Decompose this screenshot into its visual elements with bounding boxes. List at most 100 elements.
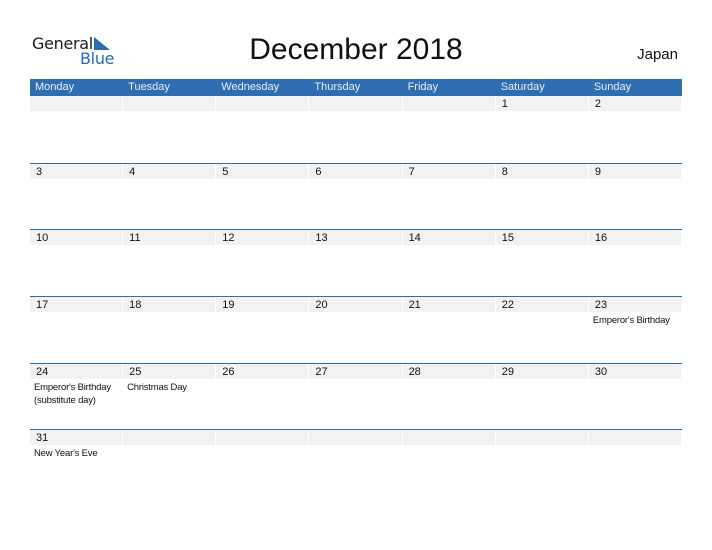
day-bar — [216, 163, 309, 179]
day-bar — [216, 430, 309, 446]
day-cell: 25 Christmas Day — [123, 363, 216, 430]
day-bar — [495, 96, 588, 111]
day-cell: 11 — [123, 230, 216, 296]
day-number: 15 — [501, 232, 514, 245]
day-cell: 4 — [123, 163, 216, 230]
day-number: 1 — [501, 98, 508, 110]
day-number: 7 — [408, 165, 415, 178]
day-cell: 2 — [588, 96, 682, 163]
week-row: 3 4 5 6 7 8 9 — [30, 162, 682, 230]
calendar-grid: 1 2 3 4 5 6 7 8 9 10 11 12 13 14 15 16 17 18 19 20 21 22 23 Emp… — [30, 96, 682, 496]
day-cell: 20 — [309, 297, 402, 363]
day-number: 18 — [129, 299, 142, 312]
day-cell — [402, 430, 496, 496]
day-number: 9 — [594, 165, 601, 178]
day-cell — [588, 430, 682, 496]
day-cell: 9 — [588, 163, 682, 230]
day-cell: 18 — [123, 297, 216, 363]
day-bar — [123, 96, 216, 111]
day-cell: 21 — [402, 297, 496, 363]
day-number: 22 — [501, 299, 514, 312]
day-cell — [309, 430, 402, 496]
day-bar — [402, 163, 495, 179]
day-cell: 29 — [495, 363, 589, 430]
week-row: 17 18 19 20 21 22 23 Emperor's Birthday — [30, 296, 682, 363]
day-cell: 23 Emperor's Birthday — [588, 297, 682, 363]
day-number: 4 — [129, 165, 136, 178]
day-number: 10 — [36, 232, 49, 245]
day-cell: 3 — [30, 163, 123, 230]
day-number: 14 — [408, 232, 421, 245]
day-number: 31 — [36, 432, 49, 445]
day-number: 21 — [408, 299, 421, 312]
day-number: 23 — [594, 299, 608, 312]
day-number: 26 — [222, 365, 235, 378]
weekday-friday: Friday — [407, 81, 439, 93]
day-cell: 26 — [216, 363, 309, 430]
holiday-label: Emperor's Birthday (substitute day) — [34, 381, 111, 406]
day-cell: 12 — [216, 230, 309, 296]
day-cell: 31 New Year's Eve — [30, 430, 123, 496]
day-cell: 15 — [495, 230, 589, 296]
country-label: Japan — [637, 46, 678, 63]
day-number: 20 — [315, 299, 328, 312]
day-bar — [495, 430, 588, 446]
day-bar — [123, 163, 216, 179]
day-number: 6 — [315, 165, 322, 178]
day-number: 12 — [222, 232, 235, 245]
weekday-sunday: Sunday — [593, 81, 632, 93]
day-number: 13 — [315, 232, 328, 245]
day-cell: 16 — [588, 230, 682, 296]
day-cell — [216, 430, 309, 496]
day-cell: 5 — [216, 163, 309, 230]
day-bar — [588, 163, 681, 179]
holiday-label: New Year's Eve — [34, 448, 98, 460]
day-bar — [588, 430, 681, 446]
day-cell — [123, 430, 216, 496]
day-number: 8 — [501, 165, 508, 178]
day-cell: 8 — [495, 163, 589, 230]
day-cell: 28 — [402, 363, 496, 430]
day-cell: 1 — [495, 96, 589, 163]
weekday-saturday: Saturday — [500, 81, 545, 93]
day-number: 11 — [129, 232, 141, 245]
day-cell — [495, 430, 589, 496]
day-cell: 10 — [30, 230, 123, 296]
day-cell: 13 — [309, 230, 402, 296]
day-bar — [216, 96, 309, 111]
day-bar — [309, 96, 402, 111]
day-bar — [30, 163, 123, 179]
day-number: 25 — [129, 365, 142, 378]
week-row: 12 — [30, 96, 682, 163]
day-bar — [588, 96, 681, 111]
day-cell: 19 — [216, 297, 309, 363]
day-number: 30 — [594, 365, 608, 378]
day-cell — [216, 96, 309, 163]
day-number: 27 — [315, 365, 328, 378]
day-cell: 17 — [30, 297, 123, 363]
day-bar — [495, 163, 588, 179]
day-number: 16 — [594, 232, 608, 245]
day-bar — [402, 96, 495, 111]
day-bar — [309, 430, 402, 446]
day-cell: 6 — [309, 163, 402, 230]
day-cell — [123, 96, 216, 163]
day-number: 29 — [501, 365, 514, 378]
day-cell: 22 — [495, 297, 589, 363]
calendar-title: December 2018 — [249, 33, 463, 66]
week-row: 31 New Year's Eve — [30, 429, 682, 496]
day-bar — [402, 430, 495, 446]
day-cell: 14 — [402, 230, 496, 296]
weekday-wednesday: Wednesday — [221, 81, 280, 93]
day-bar — [123, 430, 216, 446]
holiday-label: Christmas Day — [127, 381, 187, 393]
holiday-label: Emperor's Birthday — [592, 315, 670, 327]
day-cell — [309, 96, 402, 163]
weekday-header: Monday Tuesday Wednesday Thursday Friday Satu… — [30, 79, 682, 96]
day-cell — [30, 96, 123, 163]
day-number: 2 — [594, 98, 601, 110]
day-cell: 30 — [588, 363, 682, 430]
day-bar — [30, 96, 123, 111]
weekday-monday: Monday — [35, 81, 75, 93]
day-cell — [402, 96, 496, 163]
